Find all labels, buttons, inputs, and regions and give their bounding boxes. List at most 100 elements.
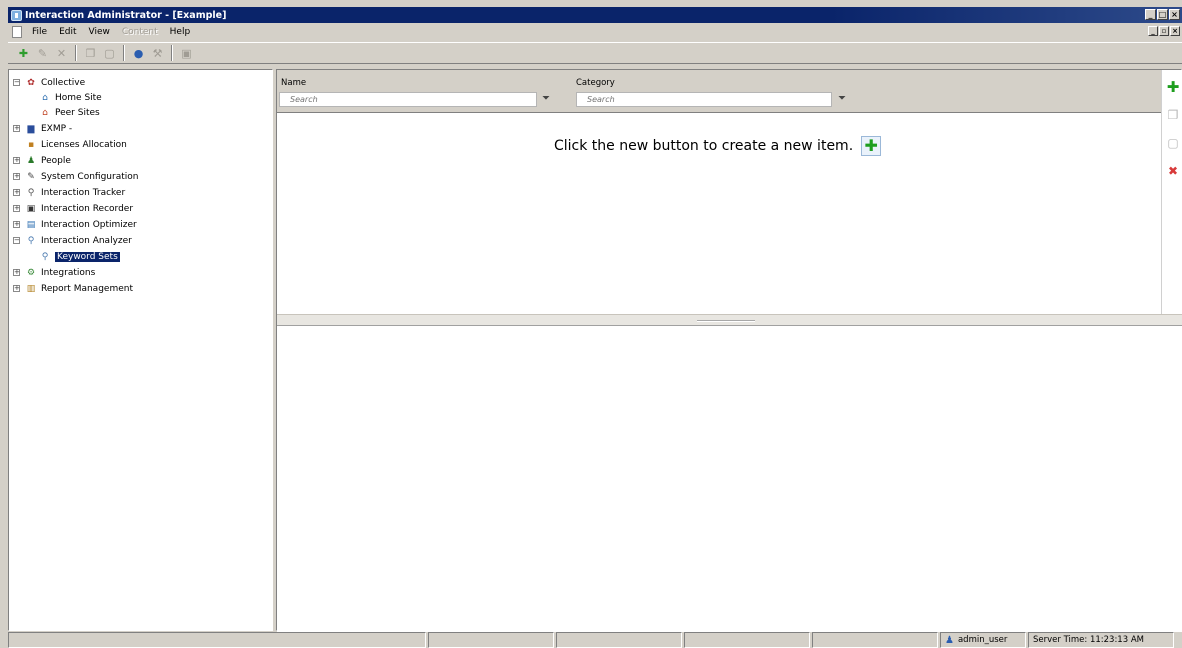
expand-icon[interactable]: + [13,285,20,292]
mdi-minimize-button[interactable]: _ [1148,26,1158,36]
tree-item-interaction-tracker[interactable]: + ⚲ Interaction Tracker [13,185,125,200]
toolbar-separator [75,45,77,61]
expand-icon[interactable]: + [13,221,20,228]
delete-icon[interactable]: ✕ [54,46,69,61]
magnifier-icon: ⚲ [27,187,35,198]
delete-icon[interactable]: ✖ [1166,164,1180,178]
status-segment [428,632,554,648]
tree-item-home-site[interactable]: ⌂ Home Site [39,90,102,105]
tree-label: Integrations [41,267,96,278]
expand-icon[interactable]: + [13,205,20,212]
menu-content[interactable]: Content [116,27,164,37]
server-time: Server Time: 11:23:13 AM [1033,635,1144,645]
toolbar: ✚ ✎ ✕ ❐ ▢ ● ⚒ ▣ [8,42,1182,64]
empty-state: Click the new button to create a new ite… [554,136,882,156]
pane-splitter[interactable] [277,314,1182,326]
toolbar-separator [123,45,125,61]
filter-icon[interactable]: ⏷ [838,93,850,105]
window-title: Interaction Administrator - [Example] [25,9,227,21]
tree-item-interaction-optimizer[interactable]: + ▤ Interaction Optimizer [13,217,137,232]
content-pane: Name Category ⏷ ⏷ Click the new button t… [276,69,1182,632]
items-list[interactable]: Click the new button to create a new ite… [277,114,1161,314]
tree-item-system-configuration[interactable]: + ✎ System Configuration [13,169,138,184]
tree-item-people[interactable]: + ♟ People [13,153,71,168]
menu-view[interactable]: View [83,27,116,37]
tree-label: Peer Sites [55,107,100,118]
tree-item-server[interactable]: + ▆ EXMP - [13,121,72,136]
recorder-icon: ▣ [26,203,36,214]
expand-icon[interactable]: + [13,157,20,164]
status-segment [812,632,938,648]
server-icon: ▆ [27,123,35,134]
document-icon [12,26,22,38]
tree-label: System Configuration [41,171,139,182]
peer-sites-icon: ⌂ [42,107,48,118]
mdi-close-button[interactable]: × [1170,26,1180,36]
column-header-category[interactable]: Category [576,78,615,88]
tree-item-integrations[interactable]: + ⚙ Integrations [13,265,95,280]
navigation-tree[interactable]: − ✿ Collective ⌂ Home Site ⌂ Peer Sites … [8,69,273,631]
menu-edit[interactable]: Edit [53,27,82,37]
side-actions: ✚ ❐ ▢ ✖ [1161,70,1182,314]
empty-message: Click the new button to create a new ite… [554,138,854,154]
mdi-restore-button[interactable]: ▫ [1159,26,1169,36]
new-item-button[interactable]: ✚ [861,136,882,156]
collapse-icon[interactable]: − [13,79,20,86]
expand-icon[interactable]: + [13,125,20,132]
close-button[interactable]: × [1169,9,1180,20]
tree-item-collective[interactable]: − ✿ Collective [13,75,85,90]
window-controls: _ □ × [1145,9,1180,20]
grid-header: Name Category ⏷ ⏷ [277,70,1161,113]
status-segment [8,632,426,648]
status-user: ♟ admin_user [940,632,1026,648]
globe-icon[interactable]: ● [131,46,146,61]
column-header-name[interactable]: Name [281,78,306,88]
tree-label: Interaction Analyzer [41,235,132,246]
tree-item-licenses[interactable]: ▪ Licenses Allocation [25,137,127,152]
menu-bar: File Edit View Content Help _ ▫ × [8,23,1182,41]
user-icon: ♟ [945,634,954,646]
copy-icon[interactable]: ❐ [1166,108,1180,122]
expand-icon[interactable]: + [13,189,20,196]
collapse-icon[interactable]: − [13,237,20,244]
collective-icon: ✿ [27,77,35,88]
splitter-grip[interactable] [697,320,755,322]
name-search-box [279,92,537,107]
license-icon: ▪ [27,139,35,150]
status-segment [684,632,810,648]
title-bar: Interaction Administrator - [Example] _ … [8,7,1182,23]
add-icon[interactable]: ✚ [1166,80,1180,95]
menu-help[interactable]: Help [164,27,197,37]
wrench-icon: ✎ [27,171,35,182]
tools-icon[interactable]: ⚒ [150,46,165,61]
maximize-button[interactable]: □ [1157,9,1168,20]
tree-label: People [41,155,71,166]
paste-icon[interactable]: ▢ [1166,136,1180,150]
tree-item-interaction-analyzer[interactable]: − ⚲ Interaction Analyzer [13,233,132,248]
paste-icon[interactable]: ▢ [102,46,117,61]
tree-item-interaction-recorder[interactable]: + ▣ Interaction Recorder [13,201,133,216]
status-segment [556,632,682,648]
mdi-controls: _ ▫ × [1148,26,1180,36]
status-server-time: Server Time: 11:23:13 AM [1028,632,1174,648]
category-search-input[interactable] [577,95,831,104]
tree-item-keyword-sets[interactable]: ⚲ Keyword Sets [39,249,121,264]
new-icon[interactable]: ✚ [16,46,31,61]
name-search-input[interactable] [280,95,536,104]
tree-label-selected: Keyword Sets [54,250,121,263]
properties-icon[interactable]: ▣ [179,46,194,61]
tree-label: Home Site [55,92,102,103]
details-pane [277,327,1182,632]
copy-icon[interactable]: ❐ [83,46,98,61]
tree-item-peer-sites[interactable]: ⌂ Peer Sites [39,105,100,120]
menu-file[interactable]: File [26,27,53,37]
tree-item-report-management[interactable]: + ▥ Report Management [13,281,133,296]
minimize-button[interactable]: _ [1145,9,1156,20]
filter-icon[interactable]: ⏷ [542,93,554,105]
expand-icon[interactable]: + [13,173,20,180]
user-name: admin_user [957,635,1008,645]
expand-icon[interactable]: + [13,269,20,276]
tree-label: Interaction Recorder [41,203,134,214]
edit-icon[interactable]: ✎ [35,46,50,61]
integrations-icon: ⚙ [26,267,36,278]
